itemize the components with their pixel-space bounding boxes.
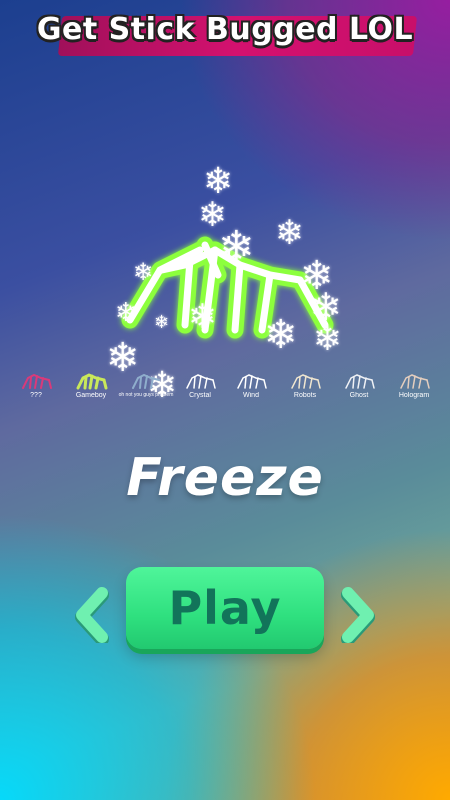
play-button[interactable]: Play [126, 567, 324, 649]
skin-label: Crystal [189, 392, 211, 399]
snowflake-icon: ❄ [313, 319, 342, 359]
chevron-right-icon [341, 587, 375, 646]
skin-option[interactable]: oh not you guys problem [118, 372, 174, 398]
title-banner: Get Stick Bugged LOL [0, 6, 450, 58]
skin-option[interactable]: ??? [8, 372, 64, 399]
play-button-label: Play [168, 581, 282, 635]
snowflake-icon: ❄ [275, 213, 304, 253]
chevron-left-icon [75, 587, 109, 646]
skin-thumbnail [186, 374, 216, 389]
skin-option[interactable]: Gameboy [63, 372, 119, 399]
snowflake-icon: ❄ [218, 222, 255, 273]
app-title: Get Stick Bugged LOL [36, 12, 414, 47]
snowflake-icon: ❄ [133, 258, 154, 286]
snowflake-icon: ❄ [264, 312, 298, 358]
skin-option[interactable]: Wind [223, 372, 279, 399]
skin-option[interactable]: Crystal [172, 372, 228, 399]
skin-thumbnail [237, 374, 267, 389]
stick-bug-preview: ❄ ❄ ❄ ❄ ❄ ❄ ❄ ❄ ❄ ❄ ❄ ❄ ❄ ❄ [0, 150, 450, 404]
skin-thumbnail [291, 374, 321, 389]
next-button[interactable] [338, 587, 378, 646]
skin-label: Robots [293, 392, 317, 399]
skin-thumbnail [132, 373, 160, 389]
skin-label: Hologram [398, 392, 430, 399]
snowflake-icon: ❄ [188, 297, 217, 337]
skin-thumbnail [22, 373, 52, 389]
snowflake-icon: ❄ [115, 298, 137, 328]
skin-label: ??? [30, 392, 42, 399]
previous-button[interactable] [72, 587, 112, 646]
skin-label: Gameboy [75, 392, 107, 399]
effect-name: Freeze [126, 448, 324, 508]
snowflake-icon: ❄ [154, 312, 170, 333]
skin-option[interactable]: Hologram [386, 372, 442, 399]
skin-thumbnail [345, 374, 375, 389]
skin-label: Wind [243, 392, 259, 399]
skin-thumbnail [400, 374, 430, 389]
skin-thumbnail [76, 373, 108, 390]
skin-selector: ??? Gameboy oh not you guys problem Crys… [0, 372, 450, 422]
skin-label: oh not you guys problem [118, 392, 174, 398]
skin-label: Ghost [349, 392, 369, 399]
skin-option[interactable]: Ghost [331, 372, 387, 399]
skin-option[interactable]: Robots [277, 372, 333, 399]
